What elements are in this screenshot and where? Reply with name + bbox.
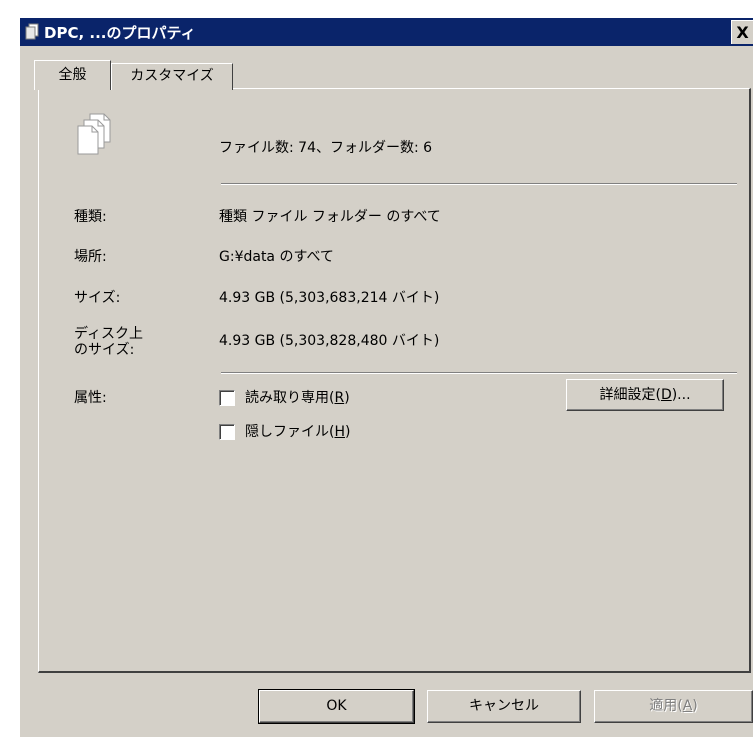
apply-button[interactable]: 適用(A) bbox=[594, 690, 753, 723]
tab-customize[interactable]: カスタマイズ bbox=[111, 63, 233, 90]
readonly-checkbox[interactable] bbox=[219, 390, 235, 406]
dialog-client: ファイル数: 74、フォルダー数: 6 種類: 種類 ファイル フォルダー のす… bbox=[20, 46, 753, 737]
hidden-label[interactable]: 隠しファイル(H) bbox=[245, 421, 350, 441]
tab-general[interactable]: 全般 bbox=[34, 60, 111, 90]
hidden-checkbox[interactable] bbox=[219, 424, 235, 440]
file-count-summary: ファイル数: 74、フォルダー数: 6 bbox=[219, 140, 433, 156]
properties-window: DPC, ...のプロパティ X ファイル数: 74、フォルダー数: 6 種類:… bbox=[0, 0, 753, 737]
disk-size-value: 4.93 GB (5,303,828,480 バイト) bbox=[219, 333, 440, 349]
title-bar[interactable]: DPC, ...のプロパティ X bbox=[20, 18, 753, 46]
ok-button[interactable]: OK bbox=[258, 689, 415, 724]
size-label: サイズ: bbox=[74, 290, 121, 306]
attributes-label: 属性: bbox=[74, 390, 107, 406]
advanced-settings-button[interactable]: 詳細設定(D)... bbox=[566, 379, 724, 411]
separator bbox=[221, 183, 737, 185]
multiple-files-icon bbox=[77, 113, 111, 155]
type-label: 種類: bbox=[74, 209, 107, 225]
readonly-label[interactable]: 読み取り専用(R) bbox=[245, 387, 350, 407]
location-value: G:¥data のすべて bbox=[219, 249, 334, 265]
window-title: DPC, ...のプロパティ bbox=[44, 24, 196, 42]
disk-size-label-line2: のサイズ: bbox=[74, 342, 135, 358]
folder-properties-icon bbox=[25, 23, 39, 40]
close-button[interactable]: X bbox=[731, 20, 753, 44]
size-value: 4.93 GB (5,303,683,214 バイト) bbox=[219, 290, 440, 306]
location-label: 場所: bbox=[74, 249, 107, 265]
type-value: 種類 ファイル フォルダー のすべて bbox=[219, 209, 441, 225]
tab-panel-general: ファイル数: 74、フォルダー数: 6 種類: 種類 ファイル フォルダー のす… bbox=[38, 88, 751, 673]
separator bbox=[221, 372, 737, 374]
cancel-button[interactable]: キャンセル bbox=[427, 690, 581, 723]
